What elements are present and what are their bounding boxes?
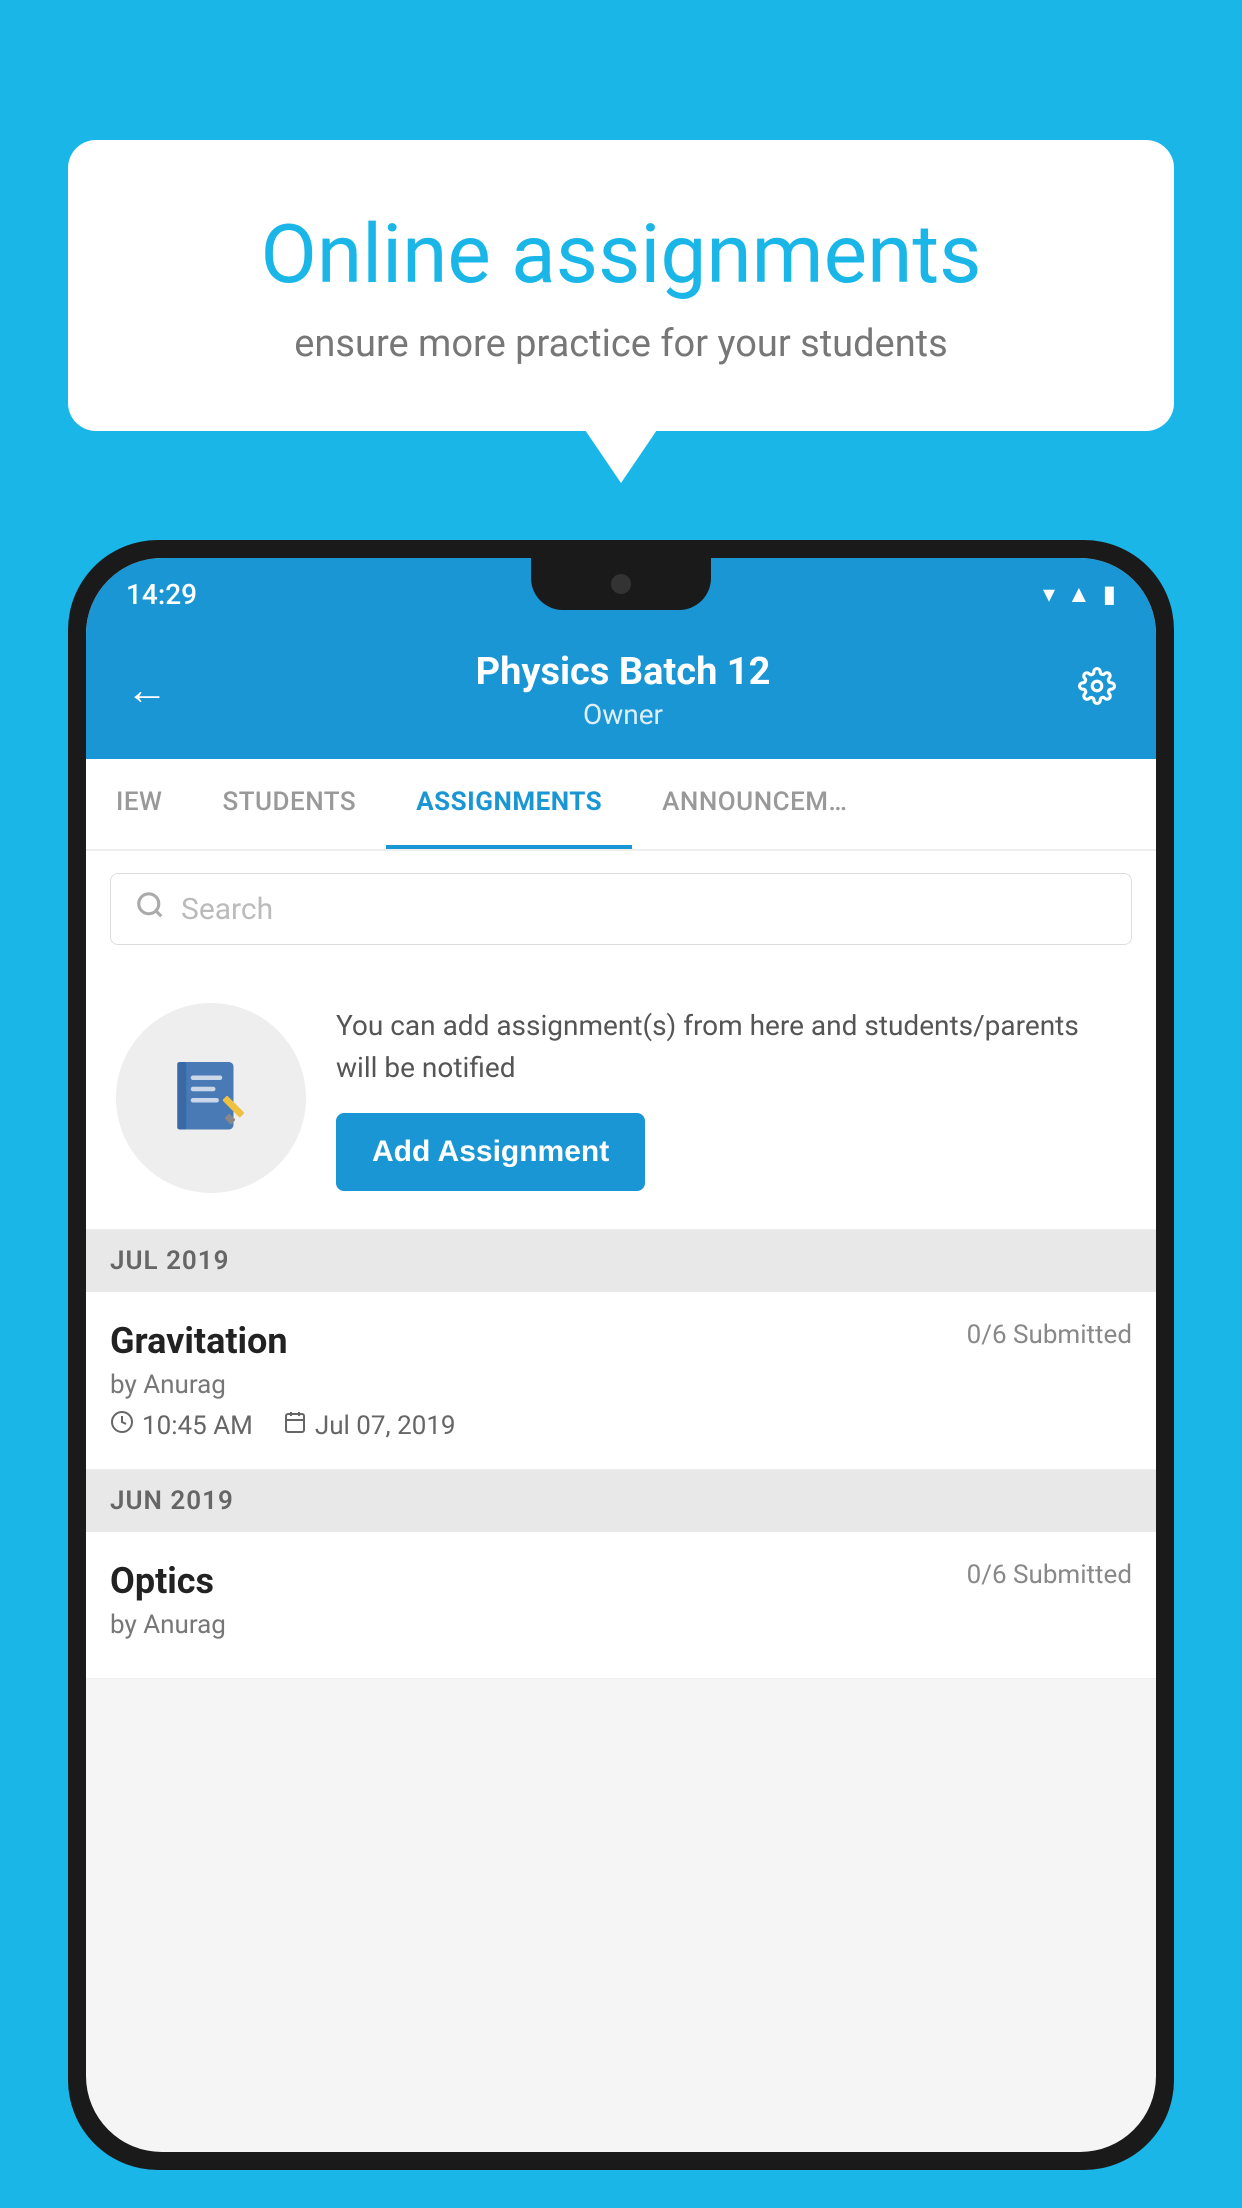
promo-content: You can add assignment(s) from here and …: [336, 1005, 1126, 1191]
bubble-subtitle: ensure more practice for your students: [148, 322, 1094, 366]
header-subtitle: Owner: [168, 698, 1078, 731]
section-header-jul: JUL 2019: [86, 1230, 1156, 1292]
meta-date: Jul 07, 2019: [283, 1410, 456, 1441]
phone-screen: 14:29 ▾ ▲ ▮ ← Physics Batch 12 Owner: [86, 558, 1156, 2152]
tab-announcements[interactable]: ANNOUNCEM…: [632, 759, 877, 849]
clock-icon: [110, 1410, 134, 1441]
bubble-title: Online assignments: [148, 210, 1094, 300]
status-bar: 14:29 ▾ ▲ ▮: [86, 558, 1156, 630]
promo-text: You can add assignment(s) from here and …: [336, 1005, 1126, 1089]
assignment-time: 10:45 AM: [142, 1411, 253, 1441]
app-header: ← Physics Batch 12 Owner: [86, 630, 1156, 759]
assignment-submitted: 0/6 Submitted: [967, 1320, 1132, 1350]
status-icons: ▾ ▲ ▮: [1043, 580, 1116, 609]
search-container: Search: [86, 851, 1156, 967]
header-title: Physics Batch 12: [168, 650, 1078, 694]
back-button[interactable]: ←: [126, 666, 168, 715]
assignment-by-optics: by Anurag: [110, 1610, 1132, 1640]
add-assignment-button[interactable]: Add Assignment: [336, 1113, 645, 1191]
section-header-jun: JUN 2019: [86, 1470, 1156, 1532]
wifi-icon: ▾: [1043, 580, 1055, 608]
assignment-title-optics: Optics: [110, 1560, 214, 1602]
assignment-submitted-optics: 0/6 Submitted: [967, 1560, 1132, 1590]
search-icon: [135, 890, 165, 928]
header-center: Physics Batch 12 Owner: [168, 650, 1078, 731]
tab-students[interactable]: STUDENTS: [192, 759, 386, 849]
phone-wrapper: 14:29 ▾ ▲ ▮ ← Physics Batch 12 Owner: [68, 540, 1174, 2208]
assignment-by: by Anurag: [110, 1370, 1132, 1400]
notebook-icon: [166, 1053, 256, 1143]
speech-bubble-container: Online assignments ensure more practice …: [68, 140, 1174, 431]
speech-bubble: Online assignments ensure more practice …: [68, 140, 1174, 431]
search-placeholder: Search: [181, 892, 273, 927]
tab-assignments[interactable]: ASSIGNMENTS: [386, 759, 632, 849]
assignment-item-optics[interactable]: Optics 0/6 Submitted by Anurag: [86, 1532, 1156, 1679]
settings-icon[interactable]: [1078, 667, 1116, 715]
signal-icon: ▲: [1067, 580, 1091, 609]
meta-time: 10:45 AM: [110, 1410, 253, 1441]
assignment-date: Jul 07, 2019: [315, 1411, 456, 1441]
promo-icon-circle: [116, 1003, 306, 1193]
assignment-meta: 10:45 AM Jul 07, 2019: [110, 1410, 1132, 1441]
status-time: 14:29: [126, 578, 197, 611]
search-box[interactable]: Search: [110, 873, 1132, 945]
tab-iew[interactable]: IEW: [86, 759, 192, 849]
phone-device: 14:29 ▾ ▲ ▮ ← Physics Batch 12 Owner: [68, 540, 1174, 2170]
assignment-item-gravitation[interactable]: Gravitation 0/6 Submitted by Anurag 10:4…: [86, 1292, 1156, 1470]
notch: [531, 558, 711, 610]
assignment-title: Gravitation: [110, 1320, 288, 1362]
battery-icon: ▮: [1103, 580, 1116, 608]
promo-section: You can add assignment(s) from here and …: [86, 967, 1156, 1230]
assignment-row1: Gravitation 0/6 Submitted: [110, 1320, 1132, 1362]
calendar-icon: [283, 1410, 307, 1441]
tabs-container: IEW STUDENTS ASSIGNMENTS ANNOUNCEM…: [86, 759, 1156, 851]
assignment-row1-optics: Optics 0/6 Submitted: [110, 1560, 1132, 1602]
camera-dot: [611, 574, 631, 594]
